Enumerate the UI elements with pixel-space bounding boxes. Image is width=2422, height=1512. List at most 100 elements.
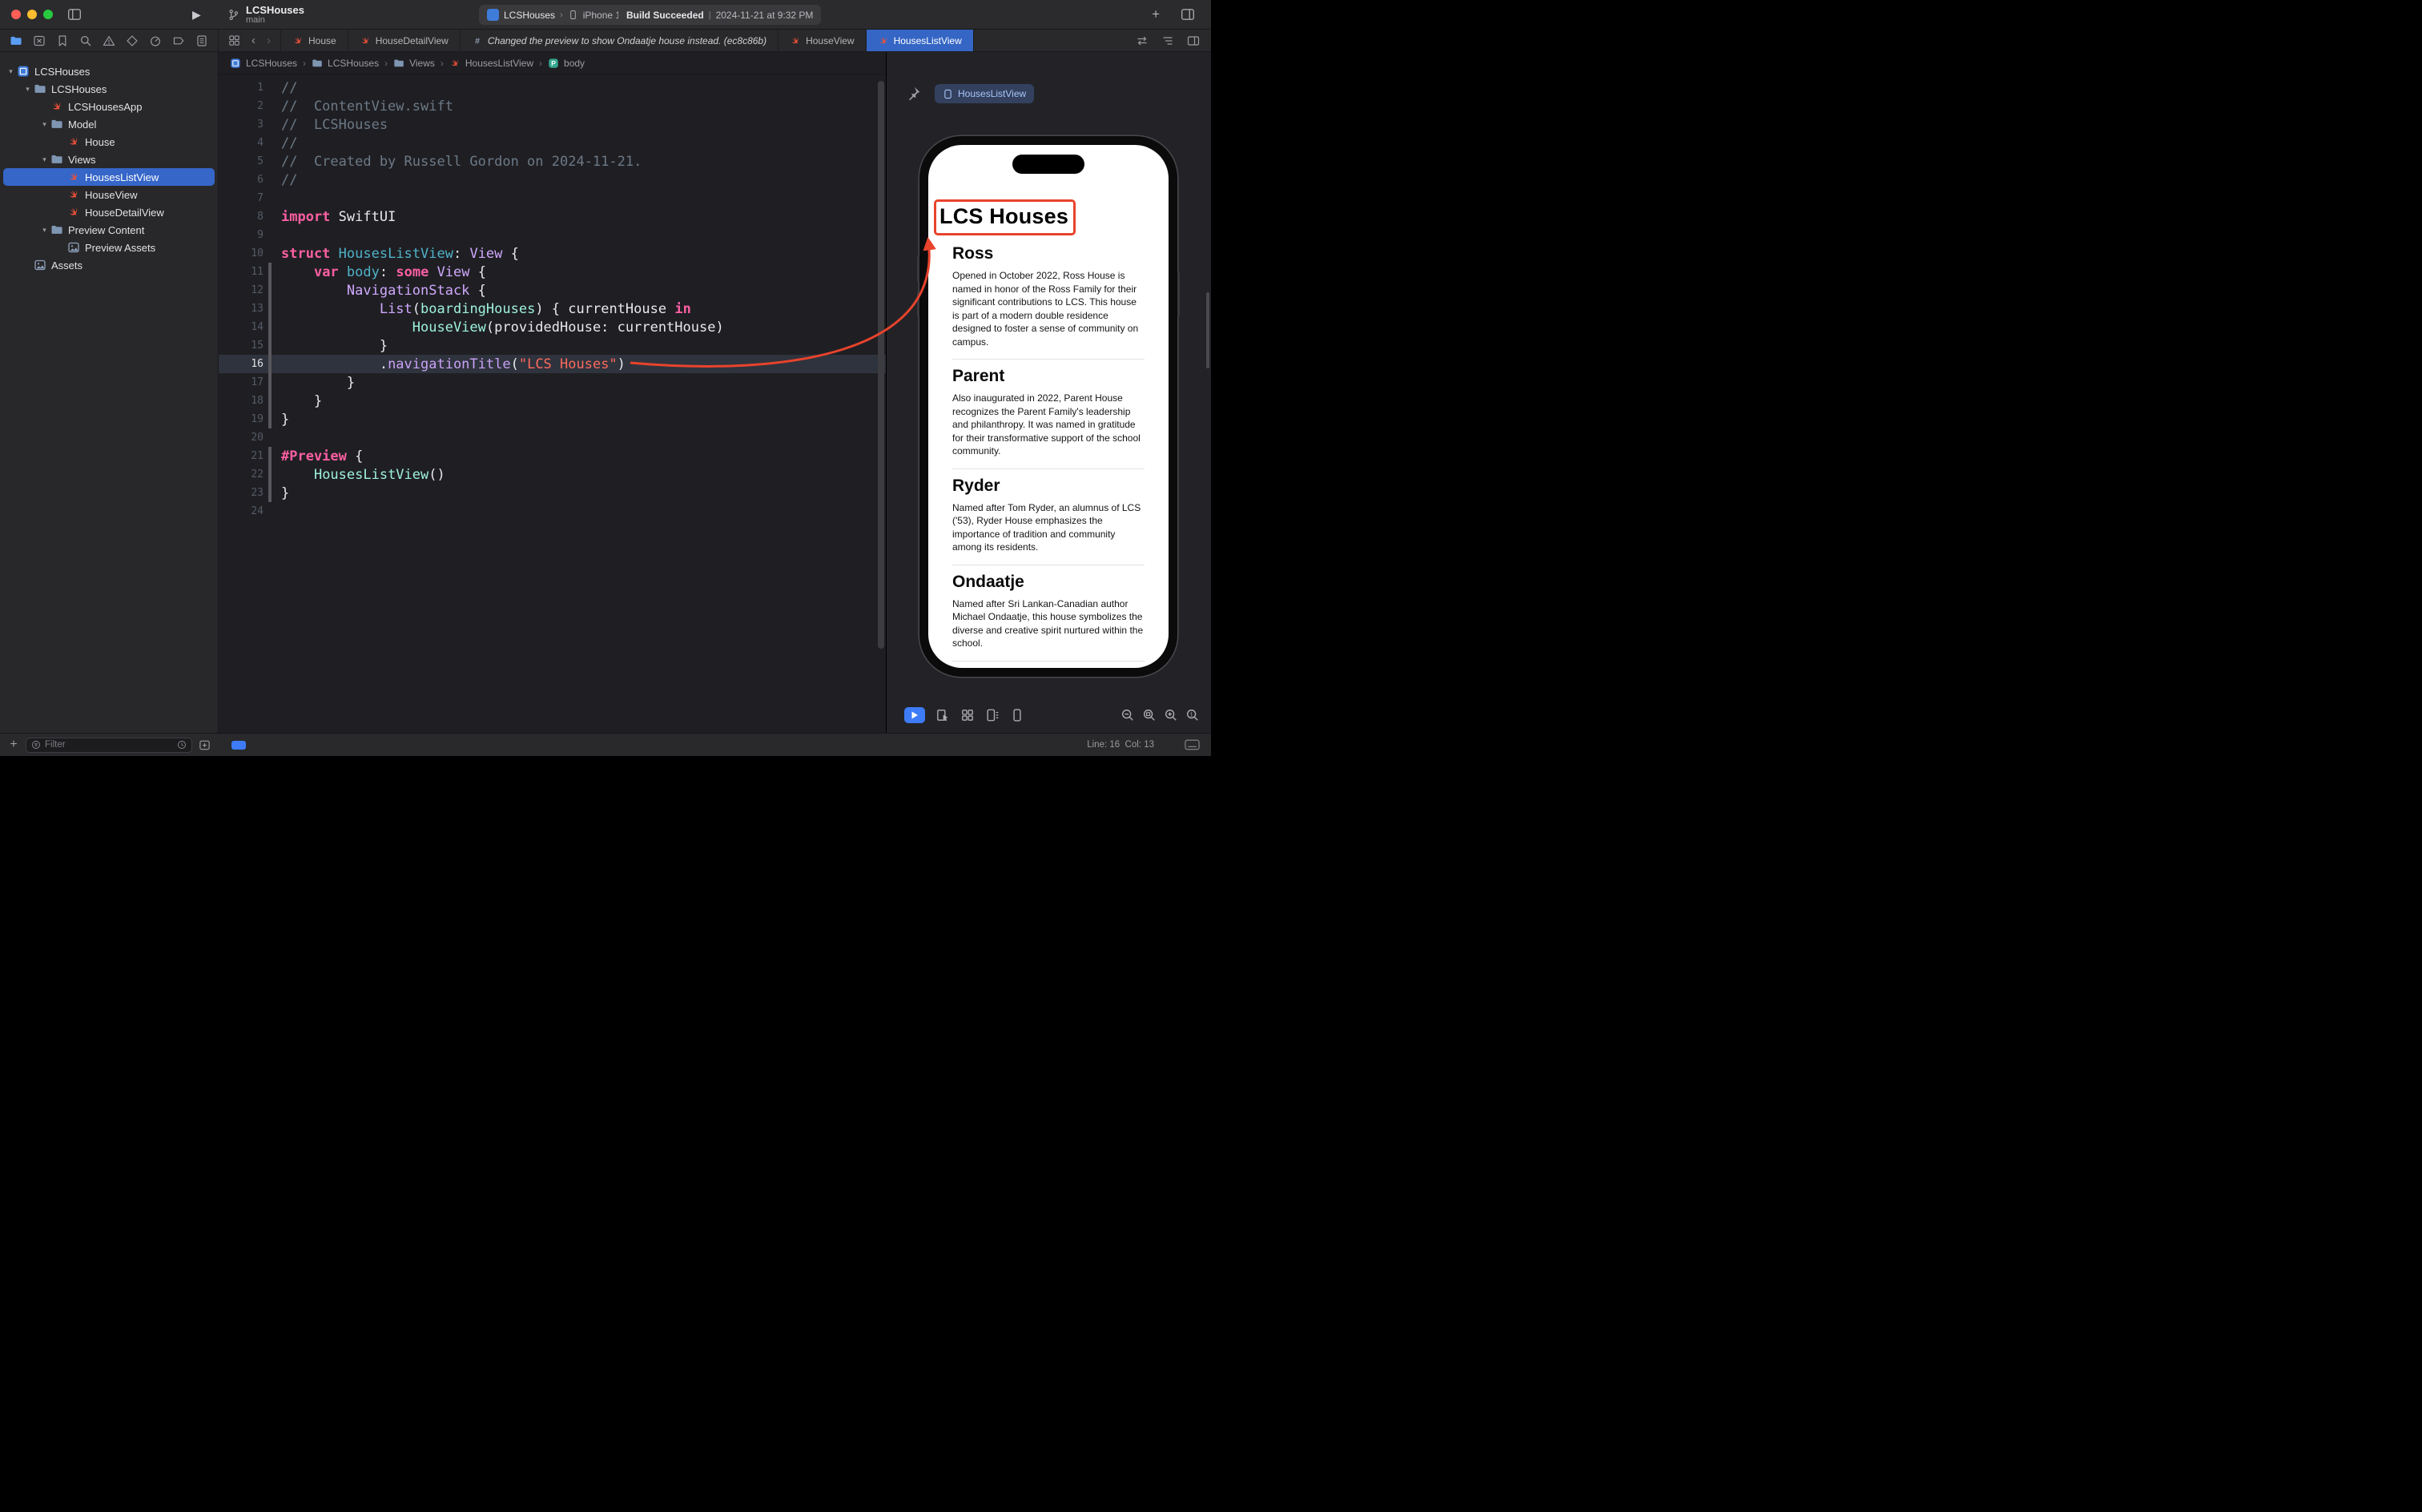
editor-layout-icon[interactable] [1181, 7, 1195, 22]
code-line-4[interactable]: 4// [219, 134, 886, 152]
code-line-10[interactable]: 10struct HousesListView: View { [219, 244, 886, 263]
code-line-17[interactable]: 17 } [219, 373, 886, 392]
house-row-ross[interactable]: RossOpened in October 2022, Ross House i… [952, 237, 1145, 360]
zoom-fit-button[interactable] [1142, 708, 1157, 722]
line-number[interactable]: 7 [219, 192, 264, 204]
scm-status[interactable]: LCSHouses main [227, 0, 304, 30]
editor-scrollbar-thumb[interactable] [878, 81, 884, 649]
code-line-23[interactable]: 23} [219, 484, 886, 502]
sidebar-item-houseview[interactable]: HouseView [3, 186, 215, 203]
toggle-sidebar-icon[interactable] [67, 7, 82, 22]
line-number[interactable]: 5 [219, 155, 264, 167]
code-line-15[interactable]: 15 } [219, 336, 886, 355]
breadcrumb-item-body[interactable]: Pbody [548, 58, 585, 69]
disclosure-chevron-icon[interactable]: ▾ [38, 226, 50, 235]
breadcrumb-item-lcshouses[interactable]: LCSHouses [230, 58, 297, 69]
code-line-18[interactable]: 18 } [219, 392, 886, 410]
sidebar-item-lcshouses[interactable]: ▾LCSHouses [3, 80, 215, 98]
zoom-in-button[interactable] [1164, 708, 1178, 722]
back-icon[interactable]: ‹ [251, 34, 255, 46]
recents-clock-icon[interactable] [177, 740, 187, 750]
code-line-1[interactable]: 1// [219, 78, 886, 97]
tab-housedetailview[interactable]: HouseDetailView [348, 30, 460, 51]
code-line-8[interactable]: 8import SwiftUI [219, 207, 886, 226]
disclosure-chevron-icon[interactable]: ▾ [22, 85, 34, 94]
line-number[interactable]: 9 [219, 229, 264, 241]
tab-houseview[interactable]: HouseView [778, 30, 865, 51]
selectable-mode-button[interactable] [935, 708, 950, 722]
sidebar-item-model[interactable]: ▾Model [3, 115, 215, 133]
house-row-ondaatje[interactable]: OndaatjeNamed after Sri Lankan-Canadian … [952, 565, 1145, 662]
tab-houseslistview[interactable]: HousesListView [866, 30, 974, 51]
line-number[interactable]: 18 [219, 395, 264, 407]
navigator-tab-bookmarks[interactable] [56, 34, 69, 47]
line-number[interactable]: 21 [219, 450, 264, 462]
code-line-5[interactable]: 5// Created by Russell Gordon on 2024-11… [219, 152, 886, 171]
line-number[interactable]: 8 [219, 211, 264, 223]
code-line-7[interactable]: 7 [219, 189, 886, 207]
sidebar-item-housedetailview[interactable]: HouseDetailView [3, 203, 215, 221]
navigator-tab-project[interactable] [10, 34, 22, 47]
line-number[interactable]: 1 [219, 82, 264, 94]
sidebar-item-assets[interactable]: Assets [3, 256, 215, 274]
code-editor[interactable]: 1//2// ContentView.swift3// LCSHouses4//… [219, 74, 886, 733]
device-button[interactable] [1010, 708, 1024, 722]
live-preview-button[interactable] [904, 707, 925, 723]
add-tab-button[interactable]: + [1152, 6, 1160, 22]
run-button[interactable]: ▶ [192, 0, 201, 30]
minimize-window-button[interactable] [27, 10, 37, 19]
code-line-21[interactable]: 21#Preview { [219, 447, 886, 465]
tab-house[interactable]: House [280, 30, 348, 51]
editor-scrollbar[interactable] [878, 81, 884, 726]
device-settings-button[interactable] [985, 708, 1000, 722]
code-line-12[interactable]: 12 NavigationStack { [219, 281, 886, 300]
variants-button[interactable] [960, 708, 975, 722]
canvas-scrollbar-thumb[interactable] [1206, 292, 1209, 368]
pin-preview-icon[interactable] [904, 85, 922, 103]
line-number[interactable]: 6 [219, 174, 264, 186]
disclosure-chevron-icon[interactable]: ▾ [38, 120, 50, 129]
code-line-20[interactable]: 20 [219, 428, 886, 447]
forward-icon[interactable]: › [267, 34, 271, 46]
code-line-9[interactable]: 9 [219, 226, 886, 244]
preview-target-badge[interactable]: HousesListView [935, 84, 1034, 103]
navigator-tab-find[interactable] [79, 34, 92, 47]
line-number[interactable]: 3 [219, 119, 264, 131]
code-line-13[interactable]: 13 List(boardingHouses) { currentHouse i… [219, 300, 886, 318]
line-number[interactable]: 14 [219, 321, 264, 333]
code-line-6[interactable]: 6// [219, 171, 886, 189]
breakpoints-indicator[interactable] [231, 741, 246, 750]
jump-list-icon[interactable] [1161, 34, 1174, 47]
line-number[interactable]: 17 [219, 376, 264, 388]
sidebar-item-houseslistview[interactable]: HousesListView [3, 168, 215, 186]
swap-editors-icon[interactable] [1136, 34, 1149, 47]
disclosure-chevron-icon[interactable]: ▾ [5, 67, 17, 76]
navigator-tab-debug[interactable] [149, 34, 162, 47]
flag-filter-icon[interactable] [199, 739, 211, 751]
add-file-button[interactable]: + [8, 738, 19, 752]
zoom-actual-button[interactable]: 1 [1185, 708, 1200, 722]
disclosure-chevron-icon[interactable]: ▾ [38, 155, 50, 164]
zoom-window-button[interactable] [43, 10, 53, 19]
code-line-11[interactable]: 11 var body: some View { [219, 263, 886, 281]
sidebar-item-views[interactable]: ▾Views [3, 151, 215, 168]
sidebar-item-house[interactable]: House [3, 133, 215, 151]
code-line-14[interactable]: 14 HouseView(providedHouse: currentHouse… [219, 318, 886, 336]
line-number[interactable]: 24 [219, 505, 264, 517]
navigator-filter-field[interactable]: Filter [26, 738, 192, 753]
line-number[interactable]: 15 [219, 340, 264, 352]
line-number[interactable]: 13 [219, 303, 264, 315]
code-line-3[interactable]: 3// LCSHouses [219, 115, 886, 134]
sidebar-item-lcshouses[interactable]: ▾LCSHouses [3, 62, 215, 80]
tab-changed-the-preview-to-show-ondaatje-hou[interactable]: #Changed the preview to show Ondaatje ho… [460, 30, 778, 51]
line-number[interactable]: 4 [219, 137, 264, 149]
navigator-tab-source-control[interactable] [33, 34, 46, 47]
line-number[interactable]: 22 [219, 468, 264, 481]
line-number[interactable]: 10 [219, 247, 264, 259]
sidebar-item-lcshousesapp[interactable]: LCSHousesApp [3, 98, 215, 115]
code-line-2[interactable]: 2// ContentView.swift [219, 97, 886, 115]
code-line-22[interactable]: 22 HousesListView() [219, 465, 886, 484]
sidebar-item-preview-content[interactable]: ▾Preview Content [3, 221, 215, 239]
breadcrumb-item-houseslistview[interactable]: HousesListView [449, 58, 533, 69]
line-number[interactable]: 2 [219, 100, 264, 112]
